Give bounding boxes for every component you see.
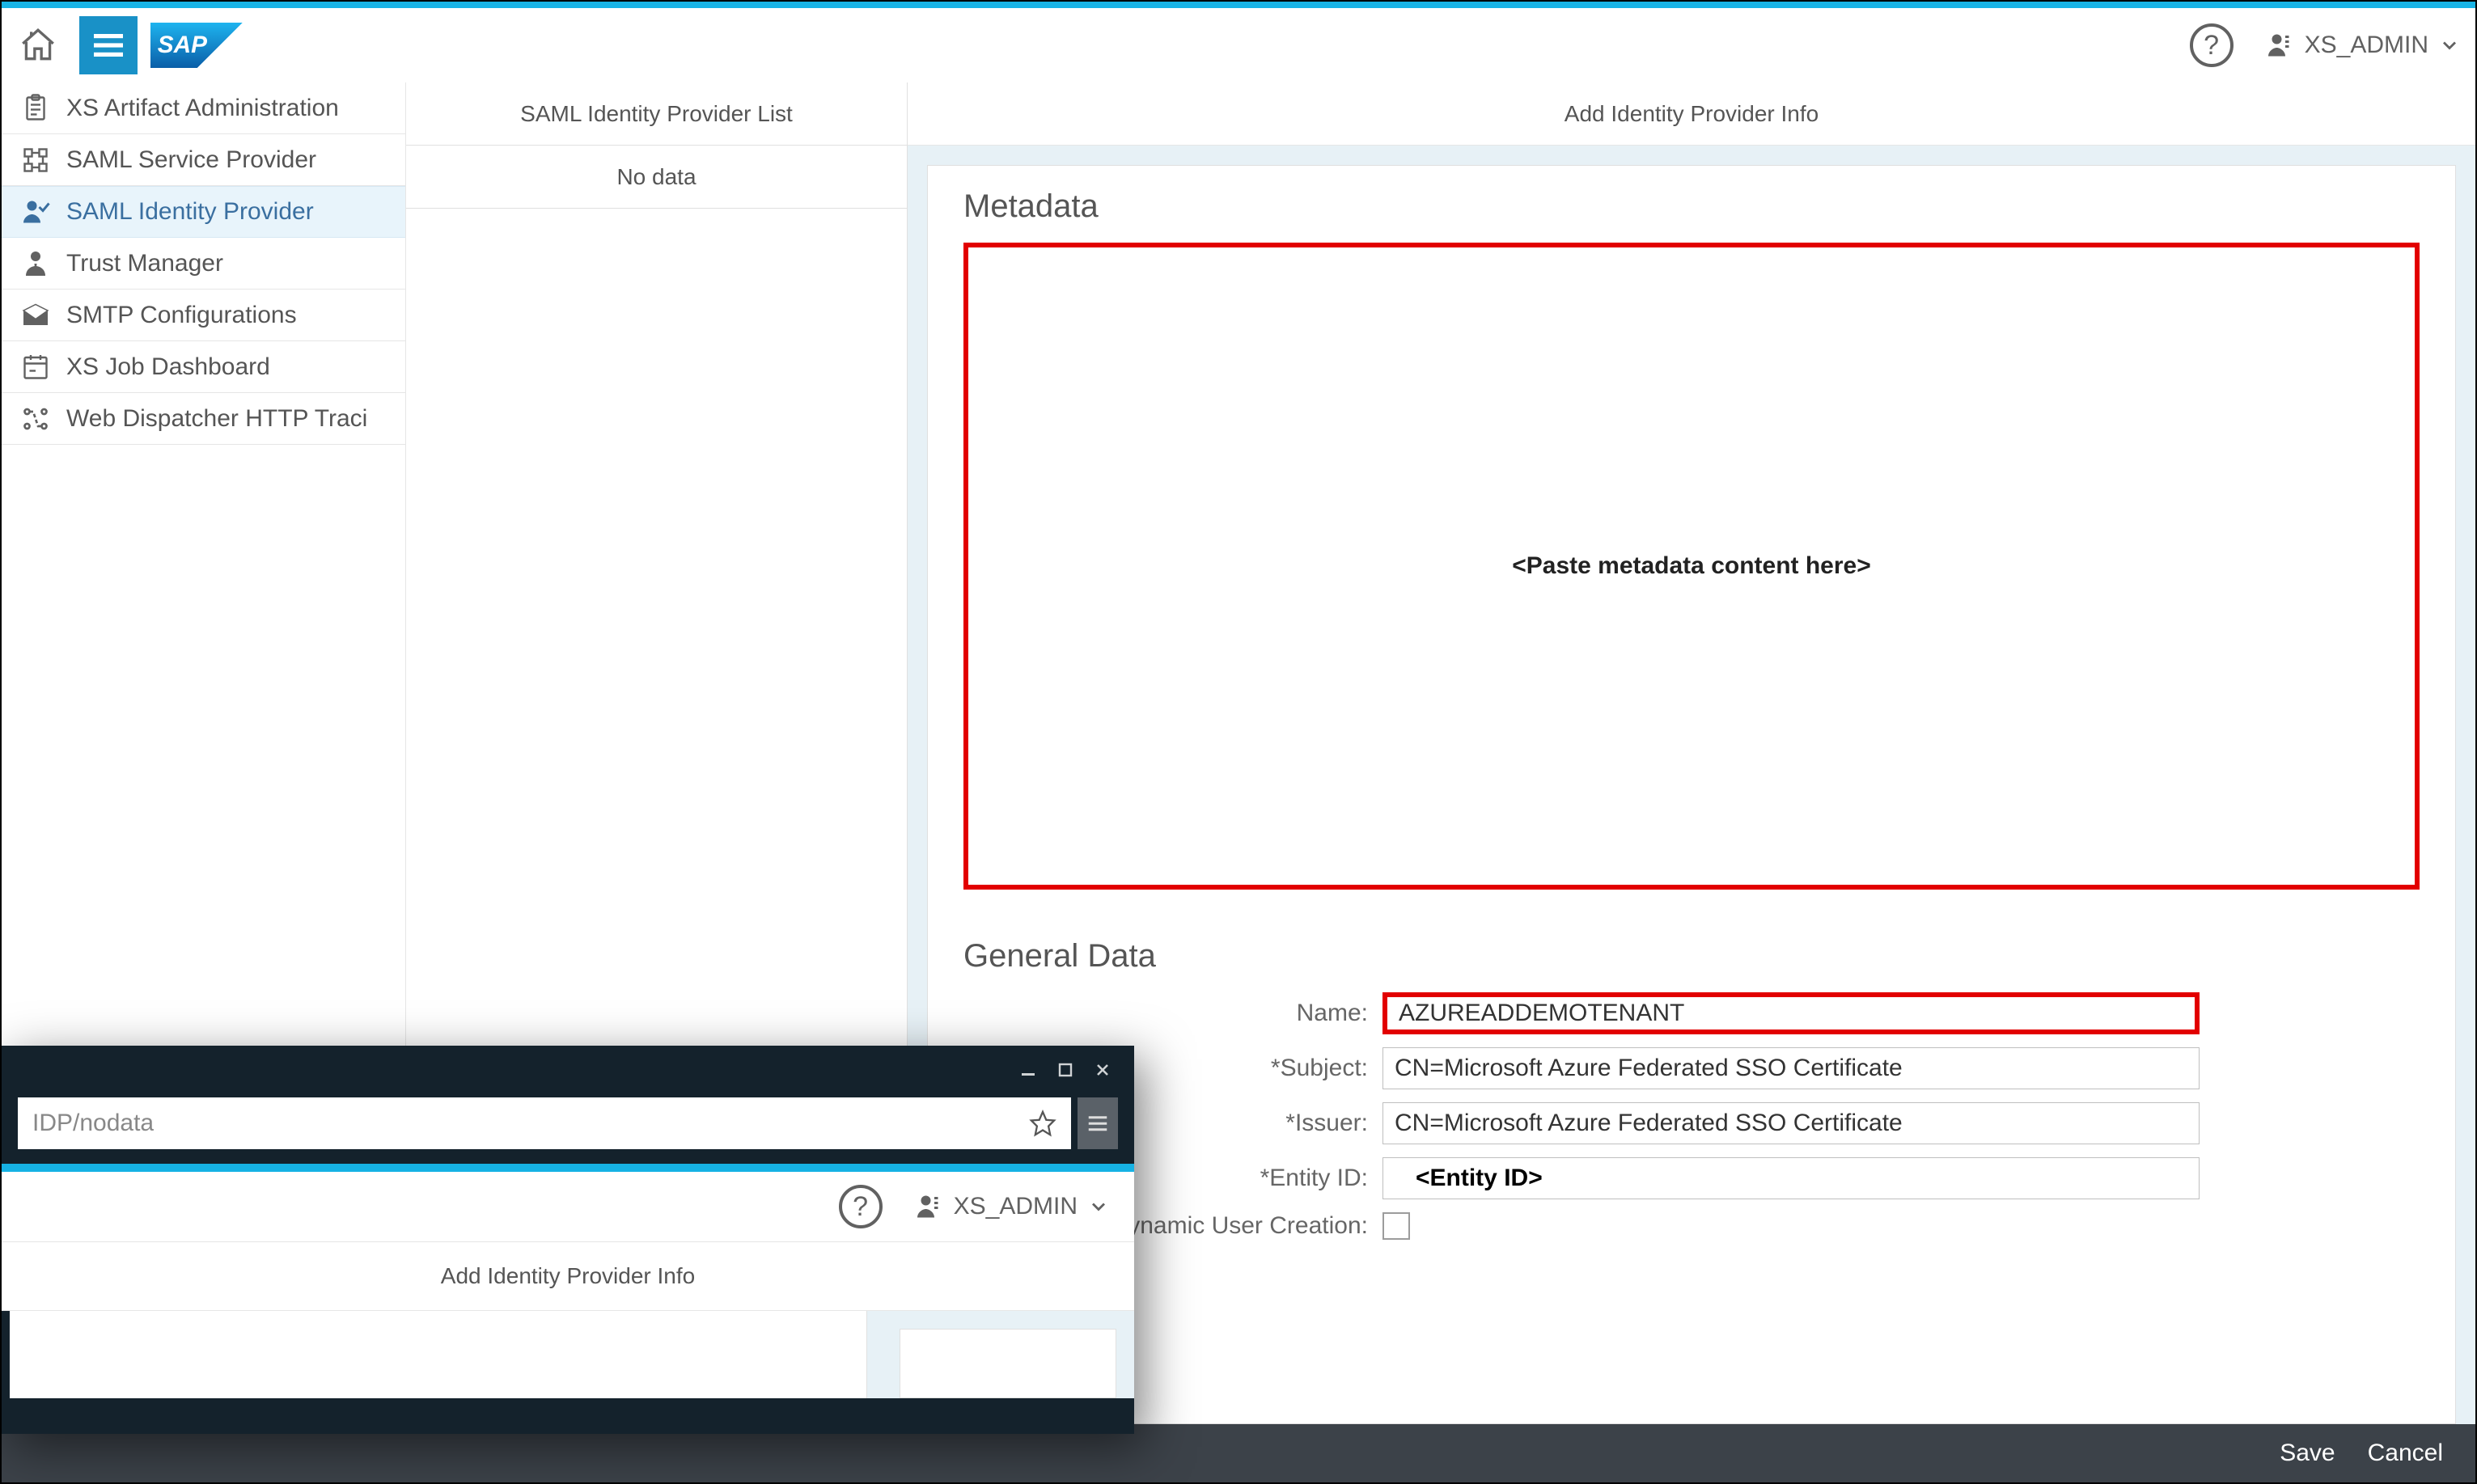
sap-logo: SAP [150,23,243,68]
sidebar-item-xs-artifact[interactable]: XS Artifact Administration [2,82,405,134]
save-button[interactable]: Save [2280,1440,2335,1467]
cancel-button[interactable]: Cancel [2368,1440,2443,1467]
sidebar-item-label: SAML Identity Provider [66,198,314,226]
chevron-down-icon [1087,1195,1110,1218]
overlay-browser-menu[interactable] [1078,1097,1118,1149]
sidebar-item-saml-idp[interactable]: SAML Identity Provider [2,186,405,238]
user-tie-icon [19,247,52,280]
topbar-right: ? XS_ADMIN [2190,23,2461,67]
row-issuer: Issuer: [963,1102,2420,1144]
overlay-window: IDP/nodata ? XS_ADMIN Add Identity Provi… [2,1046,1134,1434]
home-icon [18,25,58,66]
overlay-left-edge [2,1311,10,1398]
panel: Metadata <Paste metadata content here> G… [927,165,2456,1424]
metadata-placeholder: <Paste metadata content here> [1512,552,1871,580]
overlay-pane-left [10,1311,867,1398]
overlay-minimize-button[interactable] [1011,1057,1045,1083]
home-button[interactable] [10,17,66,74]
sidebar-item-xs-job[interactable]: XS Job Dashboard [2,341,405,393]
label-name: Name: [963,1000,1368,1027]
row-subject: Subject: [963,1047,2420,1089]
topbar: SAP ? XS_ADMIN [2,2,2475,82]
hamburger-icon [89,26,128,65]
issuer-input[interactable] [1382,1102,2200,1144]
sidebar-item-saml-sp[interactable]: SAML Service Provider [2,134,405,186]
overlay-chrome: IDP/nodata [2,1094,1134,1164]
row-entity: Entity ID: [963,1157,2420,1199]
user-menu[interactable]: XS_ADMIN [2266,31,2461,60]
overlay-url: IDP/nodata [32,1110,154,1137]
overlay-accent-line [2,1164,1134,1172]
svg-text:SAP: SAP [158,32,207,58]
idp-list-empty: No data [406,146,907,209]
overlay-maximize-button[interactable] [1048,1057,1082,1083]
grid-icon [19,144,52,176]
overlay-app-header: ? XS_ADMIN [2,1172,1134,1241]
sidebar-item-web-dispatcher[interactable]: Web Dispatcher HTTP Traci [2,393,405,445]
overlay-content-header: Add Identity Provider Info [2,1241,1134,1311]
user-name: XS_ADMIN [2305,32,2428,59]
overlay-help-button[interactable]: ? [839,1185,883,1228]
maximize-icon [1057,1062,1073,1078]
overlay-close-button[interactable] [1086,1057,1120,1083]
hamburger-icon [1086,1111,1110,1135]
sidebar-item-label: XS Job Dashboard [66,353,270,381]
sidebar-item-label: XS Artifact Administration [66,95,339,122]
row-name: Name: [963,992,2420,1034]
metadata-textarea[interactable]: <Paste metadata content here> [963,243,2420,890]
content-outer: Metadata <Paste metadata content here> G… [908,146,2475,1424]
idp-list-title: SAML Identity Provider List [406,82,907,146]
overlay-panel-inset [900,1329,1116,1398]
overlay-pane-right [867,1311,1134,1398]
star-icon[interactable] [1029,1110,1056,1137]
sidebar-item-label: SAML Service Provider [66,146,316,174]
content: Add Identity Provider Info Metadata <Pas… [908,82,2475,1424]
name-input[interactable] [1382,992,2200,1034]
overlay-user-menu[interactable]: XS_ADMIN [915,1192,1110,1221]
sidebar-item-label: SMTP Configurations [66,302,297,329]
minimize-icon [1020,1062,1036,1078]
calendar-icon [19,351,52,383]
general-data-title: General Data [963,938,2420,975]
trace-icon [19,403,52,435]
overlay-address-bar[interactable]: IDP/nodata [18,1097,1071,1149]
sidebar-item-smtp[interactable]: SMTP Configurations [2,290,405,341]
close-icon [1095,1062,1111,1078]
user-icon [915,1192,944,1221]
sidebar-item-trust-manager[interactable]: Trust Manager [2,238,405,290]
clipboard-icon [19,92,52,125]
dynamic-user-checkbox[interactable] [1382,1212,1410,1240]
entity-id-input[interactable] [1382,1157,2200,1199]
topbar-left: SAP [10,16,243,74]
menu-toggle-button[interactable] [79,16,138,74]
help-button[interactable]: ? [2190,23,2234,67]
metadata-title: Metadata [963,188,2420,225]
user-check-icon [19,196,52,228]
sidebar-item-label: Web Dispatcher HTTP Traci [66,405,367,433]
user-icon [2266,31,2295,60]
help-icon: ? [853,1191,868,1223]
overlay-body [2,1311,1134,1398]
overlay-titlebar [2,1046,1134,1094]
chevron-down-icon [2438,34,2461,57]
mail-icon [19,299,52,332]
content-header: Add Identity Provider Info [908,82,2475,146]
overlay-user-name: XS_ADMIN [954,1193,1078,1220]
subject-input[interactable] [1382,1047,2200,1089]
overlay-bottom-frame [2,1398,1134,1434]
row-dynamic-user: Dynamic User Creation: [963,1212,2420,1240]
sidebar-item-label: Trust Manager [66,250,223,277]
help-icon: ? [2204,30,2219,61]
